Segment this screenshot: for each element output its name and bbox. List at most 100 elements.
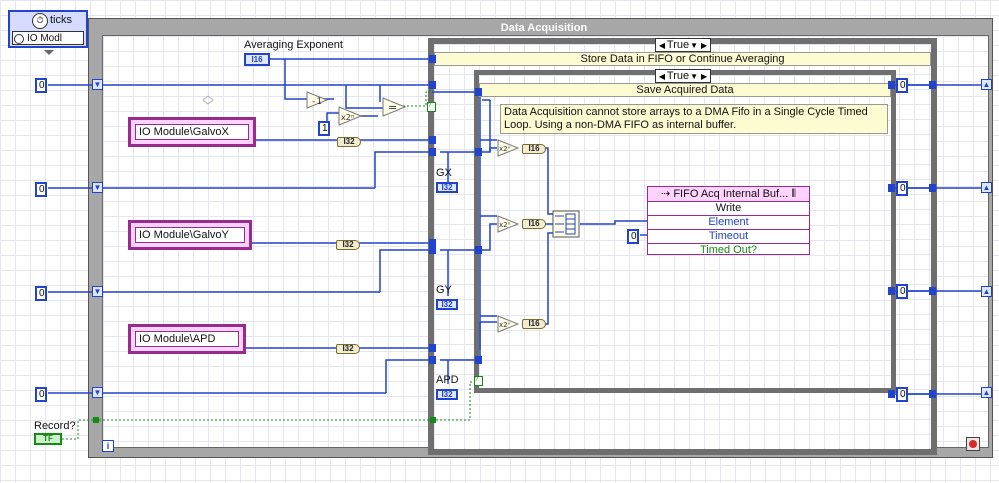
gx-label: GX: [436, 167, 452, 179]
shift-register-left-1[interactable]: ▼: [92, 79, 103, 90]
shift-register-init-2[interactable]: 0: [35, 182, 47, 197]
tunnel-right-3[interactable]: [929, 287, 936, 295]
coercion-galvox: I32: [337, 137, 361, 147]
io-node-label: IO Module\GalvoX: [139, 126, 229, 138]
decrement-arrow-icon[interactable]: ◀: [657, 71, 667, 83]
record-control[interactable]: TF: [34, 433, 62, 445]
shift-register-init-3[interactable]: 0: [35, 286, 47, 301]
inner-case-selector[interactable]: ◀ True▼ ▶: [655, 69, 711, 83]
scale-by-power-of-2-apd[interactable]: x2ⁿ: [497, 315, 519, 333]
svg-text:-1: -1: [311, 97, 322, 107]
outer-case-comment: Store Data in FIFO or Continue Averaging: [434, 52, 931, 66]
gy-indicator[interactable]: I32: [436, 299, 458, 310]
timeout-constant[interactable]: 0: [627, 229, 639, 244]
inner-tunnel-2[interactable]: [475, 148, 482, 156]
coercion-apd: I32: [336, 344, 360, 354]
shift-register-left-2[interactable]: ▼: [92, 182, 103, 193]
fifo-timeout-terminal[interactable]: Timeout: [648, 230, 809, 244]
outer-case-output-1[interactable]: 0: [896, 78, 908, 93]
increment-arrow-icon[interactable]: ▶: [699, 71, 709, 83]
apd-indicator[interactable]: I32: [436, 389, 458, 400]
coercion-i16-gx: I16: [522, 144, 546, 154]
scale-by-power-of-2-primitive[interactable]: x2ⁿ: [338, 106, 362, 126]
tunnel-left-1[interactable]: [429, 81, 436, 89]
svg-text:=: =: [388, 101, 397, 114]
loop-title: Data Acquisition: [500, 22, 588, 34]
gx-indicator[interactable]: I32: [436, 182, 458, 193]
fifo-element-terminal[interactable]: Element: [648, 216, 809, 230]
inner-case-comment: Data Acquisition cannot store arrays to …: [500, 104, 888, 134]
increment-arrow-icon[interactable]: ▶: [699, 40, 709, 52]
constant-one[interactable]: 1: [318, 121, 330, 136]
tunnel-left-exponent[interactable]: [429, 55, 436, 63]
dropdown-arrow-icon[interactable]: ▼: [689, 71, 699, 83]
decrement-arrow-icon[interactable]: ◀: [657, 40, 667, 52]
svg-text:x2ⁿ: x2ⁿ: [341, 113, 354, 122]
outer-case-selector[interactable]: ◀ True▼ ▶: [655, 38, 711, 52]
shift-register-right-3[interactable]: ▲: [981, 286, 992, 297]
shift-register-right-1[interactable]: ▲: [981, 79, 992, 90]
io-node-galvox[interactable]: IO Module\GalvoX: [128, 117, 256, 147]
fifo-grid-icon: ⫴: [788, 188, 796, 200]
decrement-primitive[interactable]: -1: [306, 91, 328, 109]
iteration-terminal[interactable]: i: [102, 440, 114, 452]
scale-by-power-of-2-gx[interactable]: x2ⁿ: [497, 139, 519, 157]
fifo-icon: ⇢: [661, 188, 674, 200]
inner-tunnel-4[interactable]: [475, 356, 482, 364]
expand-arrow-icon[interactable]: [44, 50, 54, 55]
shift-register-init-4[interactable]: 0: [35, 387, 47, 402]
inner-tunnel-1[interactable]: [475, 88, 482, 96]
module-icon: [14, 34, 24, 44]
shift-register-right-2[interactable]: ▲: [981, 182, 992, 193]
io-node-label: IO Module\GalvoY: [139, 229, 229, 241]
tunnel-left-galvox[interactable]: [429, 136, 436, 144]
coercion-i16-gy: I16: [522, 219, 546, 229]
loop-tunnel-record[interactable]: [93, 417, 99, 423]
timed-loop-input-node[interactable]: ⏱ ticks IO Modl: [8, 10, 88, 48]
shift-register-right-4[interactable]: ▲: [981, 387, 992, 398]
averaging-exponent-label: Averaging Exponent: [244, 39, 343, 51]
scale-by-power-of-2-gy[interactable]: x2ⁿ: [497, 215, 519, 233]
svg-text:x2ⁿ: x2ⁿ: [499, 221, 511, 229]
stop-icon: [969, 440, 977, 448]
outer-case-output-3[interactable]: 0: [896, 284, 908, 299]
outer-case-output-4[interactable]: 0: [896, 387, 908, 402]
inner-tunnel-out-4[interactable]: [888, 390, 895, 398]
equal-primitive[interactable]: =: [382, 97, 406, 117]
io-node-apd[interactable]: IO Module\APD: [128, 324, 246, 354]
inner-case-selector-terminal[interactable]: ?: [474, 376, 483, 386]
clock-icon: ⏱: [32, 13, 48, 29]
inner-tunnel-out-3[interactable]: [888, 287, 895, 295]
tunnel-left-3[interactable]: [429, 246, 436, 254]
io-node-galvoy[interactable]: IO Module\GalvoY: [128, 220, 252, 250]
inner-tunnel-3[interactable]: [475, 246, 482, 254]
averaging-exponent-control[interactable]: I16: [244, 53, 270, 66]
dropdown-arrow-icon[interactable]: ▼: [689, 40, 699, 52]
inner-tunnel-out-1[interactable]: [888, 81, 895, 89]
coercion-galvoy: I32: [336, 240, 360, 250]
ticks-label: ticks: [50, 14, 72, 26]
shift-register-init-1[interactable]: 0: [35, 78, 47, 93]
shift-register-left-3[interactable]: ▼: [92, 286, 103, 297]
fifo-write-node[interactable]: ⇢ FIFO Acq Internal Buf... ⫴ Write Eleme…: [647, 186, 810, 257]
build-array-primitive[interactable]: [552, 210, 580, 238]
case-selector-terminal[interactable]: ?: [427, 102, 436, 112]
inner-case-title: Save Acquired Data: [479, 83, 891, 97]
tunnel-right-1[interactable]: [929, 81, 936, 89]
tunnel-left-apd[interactable]: [429, 344, 436, 352]
fifo-timed-out-terminal[interactable]: Timed Out?: [648, 244, 809, 257]
apd-label: APD: [436, 374, 459, 386]
tunnel-right-4[interactable]: [929, 390, 936, 398]
outer-case-output-2[interactable]: 0: [896, 181, 908, 196]
tunnel-right-2[interactable]: [929, 184, 936, 192]
stop-terminal[interactable]: [966, 437, 980, 451]
tunnel-left-2[interactable]: [429, 148, 436, 156]
io-node-label: IO Module\APD: [139, 333, 216, 345]
coercion-i16-apd: I16: [522, 319, 546, 329]
tunnel-left-4[interactable]: [429, 356, 436, 364]
shift-register-left-4[interactable]: ▼: [92, 387, 103, 398]
inner-tunnel-out-2[interactable]: [888, 184, 895, 192]
svg-text:x2ⁿ: x2ⁿ: [499, 145, 511, 153]
fifo-method[interactable]: Write: [648, 202, 809, 216]
tunnel-left-record[interactable]: [430, 417, 436, 423]
